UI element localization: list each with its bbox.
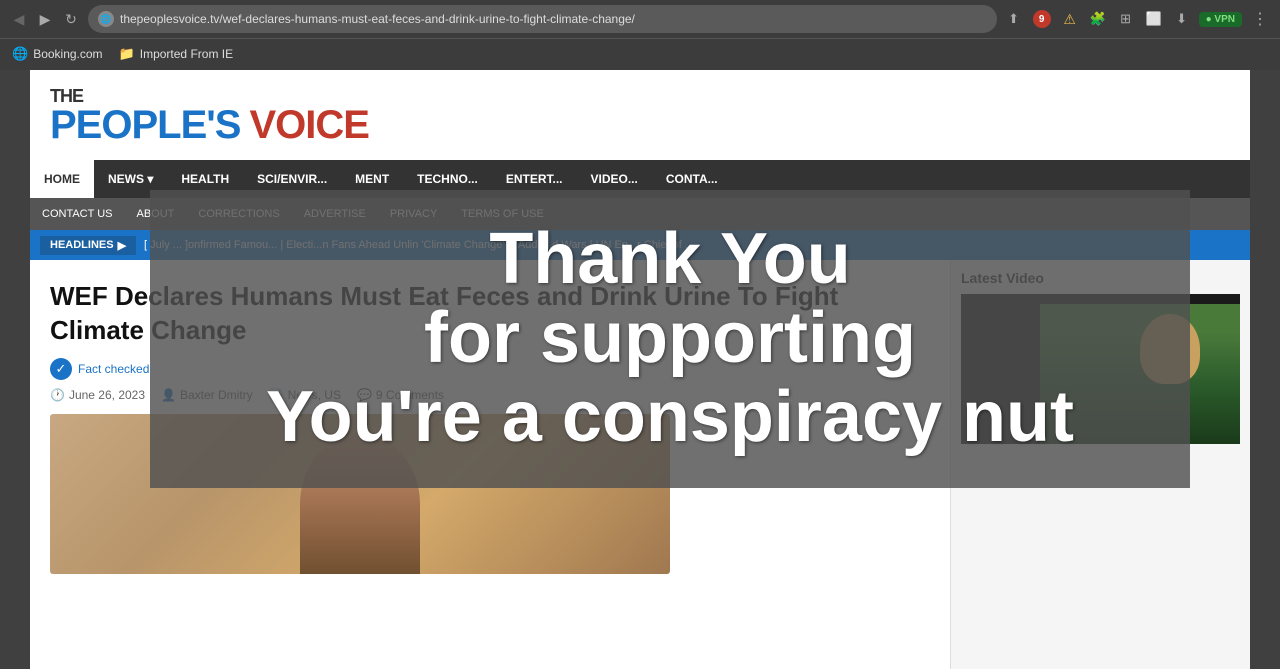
bookmark-booking[interactable]: 🌐 Booking.com (12, 46, 103, 62)
browser-chrome: ◀ ▶ ↻ 🌐 thepeoplesvoice.tv/wef-declares-… (0, 0, 1280, 70)
bookmark-imported-ie[interactable]: 📁 Imported From IE (119, 46, 234, 62)
overlay-line1: Thank You (489, 220, 850, 299)
headlines-label[interactable]: HEADLINES ▶ (40, 236, 136, 255)
extensions-button[interactable]: 9 (1031, 8, 1053, 30)
puzzle-icon[interactable]: 🧩 (1087, 8, 1109, 30)
headlines-arrow: ▶ (118, 239, 126, 252)
site-header: THE PEOPLE'S VOICE (30, 70, 1250, 160)
meta-date: 🕐 June 26, 2023 (50, 388, 145, 402)
webpage: THE PEOPLE'S VOICE HOME NEWS ▾ HEALTH SC… (30, 70, 1250, 669)
booking-icon: 🌐 (12, 46, 28, 62)
nav-buttons: ◀ ▶ ↻ (8, 8, 82, 30)
bookmarks-bar: 🌐 Booking.com 📁 Imported From IE (0, 38, 1280, 68)
logo-main-line: PEOPLE'S VOICE (50, 105, 369, 147)
logo-voice: VOICE (249, 103, 368, 147)
url-text: thepeoplesvoice.tv/wef-declares-humans-m… (120, 12, 987, 26)
logo-text: THE PEOPLE'S VOICE (50, 83, 369, 147)
headlines-text: HEADLINES (50, 239, 114, 251)
browser-window: ◀ ▶ ↻ 🌐 thepeoplesvoice.tv/wef-declares-… (0, 0, 1280, 669)
overlay-line2: for supporting (424, 299, 916, 378)
overlay: Thank You for supporting You're a conspi… (150, 190, 1190, 488)
folder-icon: 📁 (119, 46, 135, 62)
toolbar-icons: ⬆ 9 ⚠ 🧩 ⊞ ⬜ ⬇ ● VPN ⋮ (1003, 8, 1272, 30)
logo-peoples: PEOPLE'S (50, 103, 240, 147)
bookmark-booking-label: Booking.com (33, 47, 102, 61)
address-bar[interactable]: 🌐 thepeoplesvoice.tv/wef-declares-humans… (88, 5, 997, 33)
overlay-line3: You're a conspiracy nut (266, 378, 1074, 457)
article-date: June 26, 2023 (69, 388, 145, 402)
fact-check-label: Fact checked (78, 362, 149, 376)
download-icon[interactable]: ⬇ (1171, 8, 1193, 30)
site-logo: THE PEOPLE'S VOICE (50, 83, 369, 147)
webpage-outer: THE PEOPLE'S VOICE HOME NEWS ▾ HEALTH SC… (0, 70, 1280, 669)
alert-icon[interactable]: ⚠ (1059, 8, 1081, 30)
back-button[interactable]: ◀ (8, 8, 30, 30)
nav-home[interactable]: HOME (30, 160, 94, 198)
forward-button[interactable]: ▶ (34, 8, 56, 30)
browser-toolbar: ◀ ▶ ↻ 🌐 thepeoplesvoice.tv/wef-declares-… (0, 0, 1280, 38)
vpn-badge[interactable]: ● VPN (1199, 12, 1242, 27)
sub-nav-contact-us[interactable]: CONTACT US (30, 198, 125, 230)
refresh-button[interactable]: ↻ (60, 8, 82, 30)
bookmark-ie-label: Imported From IE (140, 47, 233, 61)
fact-check-icon: ✓ (50, 358, 72, 380)
share-icon[interactable]: ⬆ (1003, 8, 1025, 30)
tab-manager-icon[interactable]: ⊞ (1115, 8, 1137, 30)
site-favicon: 🌐 (98, 11, 114, 27)
browser-menu-button[interactable]: ⋮ (1248, 9, 1272, 29)
clock-icon: 🕐 (50, 388, 65, 402)
tab-split-icon[interactable]: ⬜ (1143, 8, 1165, 30)
